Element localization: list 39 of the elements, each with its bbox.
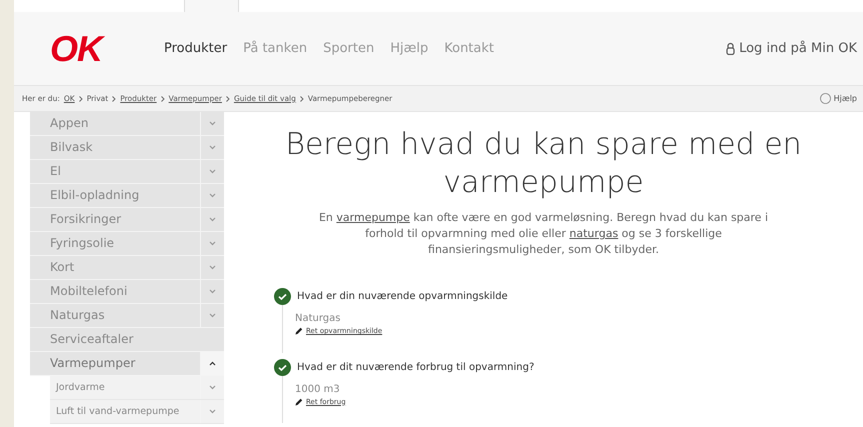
sidebar-item[interactable]: Serviceaftaler	[30, 328, 224, 352]
pencil-icon	[295, 398, 303, 406]
sidebar-item[interactable]: Jordvarme	[50, 376, 224, 400]
sidebar-item[interactable]: Mobiltelefoni	[30, 280, 224, 304]
step-question: Hvad er din nuværende opvarmningskilde	[297, 290, 508, 304]
inline-link[interactable]: varmepumpe	[336, 211, 410, 224]
chevron-icon	[160, 96, 165, 102]
chevron-icon	[78, 96, 83, 102]
sidebar-item[interactable]: Fyringsolie	[30, 232, 224, 256]
sidebar-item[interactable]: Kort	[30, 256, 224, 280]
intro-text: En varmepumpe kan ofte være en god varmeløsning. Beregn hvad du kan spare i forhold til opvarmning med olie eller naturgas og se 3 forskellige finansieringsmuligheder, som OK tilbyder.	[318, 210, 768, 258]
nav-link[interactable]: Produkter	[164, 38, 228, 58]
sidebar-item[interactable]: Appen	[30, 112, 224, 136]
step-answer: 1000 m3	[295, 382, 341, 396]
login-link[interactable]: Log ind på Min OK	[739, 38, 857, 58]
lock-icon	[726, 42, 736, 55]
sidebar-item[interactable]: Elbil-opladning	[30, 184, 224, 208]
chevron-icon	[112, 96, 116, 102]
nav-link[interactable]: På tanken	[243, 38, 308, 58]
nav-link[interactable]: Hjælp	[390, 38, 428, 58]
sidebar-item[interactable]: Varmepumper	[30, 352, 224, 376]
nav-link[interactable]: Sporten	[323, 38, 374, 58]
nav-link[interactable]: Kontakt	[444, 38, 494, 58]
pencil-icon	[295, 327, 303, 336]
sidebar-item[interactable]: El	[30, 160, 224, 184]
sidebar-item[interactable]: Naturgas	[30, 304, 224, 328]
sidebar-item[interactable]: Forsikringer	[30, 208, 224, 232]
chevron-icon	[300, 96, 304, 102]
sidebar-item[interactable]: Luft til vand-varmepumpe	[50, 400, 224, 424]
top-tab[interactable]	[184, 0, 239, 12]
page-title: Beregn hvad du kan spare med en varmepumpe	[284, 126, 803, 202]
inline-link[interactable]: naturgas	[569, 227, 618, 240]
help-link[interactable]: Hjælp	[834, 92, 857, 104]
chevron-icon	[226, 96, 230, 102]
step-answer: Naturgas	[295, 312, 342, 326]
sidebar-item[interactable]: Bilvask	[30, 136, 224, 160]
help-icon[interactable]	[820, 93, 831, 104]
chevron-icon[interactable]	[209, 361, 216, 366]
step-question: Hvad er dit nuværende forbrug til opvarmning?	[297, 360, 534, 374]
